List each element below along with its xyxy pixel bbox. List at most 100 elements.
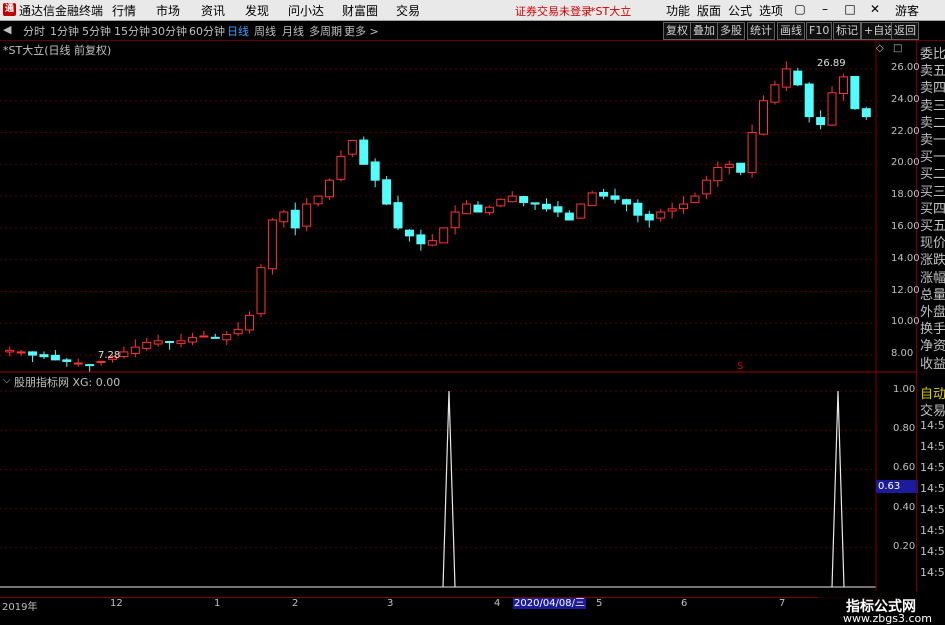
s-marker: S	[737, 361, 744, 372]
candle-body	[325, 179, 334, 198]
sub-pane-toggle-icon[interactable]: ⌵	[3, 375, 11, 386]
date-label: 7	[779, 598, 786, 609]
candle-body	[119, 351, 129, 357]
candle-body	[176, 340, 186, 345]
menu-function[interactable]: 功能	[666, 2, 690, 19]
menu-discover[interactable]: 发现	[245, 2, 269, 19]
date-label: 6	[681, 598, 688, 609]
candle-body	[85, 364, 95, 367]
period-15min[interactable]: 15分钟	[114, 23, 150, 39]
quote-side-panel: 委比 卖五 卖四 卖三 卖二 卖一 买一 买二 买三 买四 买五 现价 涨跌 涨幅 总量 外盘 换手 净资 收益 自动…	[916, 40, 945, 600]
menu-news[interactable]: 资讯	[201, 2, 225, 19]
adjust-button[interactable]: 复权	[663, 22, 691, 40]
stats-button[interactable]: 统计	[747, 22, 775, 40]
period-more[interactable]: 更多 >	[344, 23, 379, 39]
diamond-icon[interactable]: ◇	[876, 43, 884, 54]
draw-button[interactable]: 画线	[777, 22, 805, 40]
minimize-icon[interactable]: –	[818, 2, 832, 16]
multi-stock-button[interactable]: 多股	[717, 22, 745, 40]
candle-body	[542, 203, 551, 210]
period-monthly[interactable]: 月线	[282, 23, 304, 39]
menu-trade[interactable]: 交易	[396, 2, 420, 19]
cursor-value-label: 0.63	[876, 480, 918, 493]
tick-time: 14:55	[920, 419, 945, 432]
period-multi[interactable]: 多周期	[309, 23, 342, 39]
menu-ask[interactable]: 问小达	[288, 2, 324, 19]
candle-body	[838, 76, 848, 94]
quote-label: 涨跌	[920, 253, 945, 269]
close-icon[interactable]: ✕	[868, 2, 882, 16]
quote-label: 收益	[920, 356, 945, 372]
app-logo-icon: 通	[3, 3, 16, 16]
candle-body	[404, 229, 414, 237]
date-label: 2	[292, 598, 299, 609]
period-intraday[interactable]: 分时	[23, 23, 45, 39]
candle-body	[747, 132, 757, 173]
candle-body	[370, 161, 380, 181]
candle-body	[484, 206, 494, 214]
date-label: 4	[494, 598, 501, 609]
candle-body	[28, 351, 38, 356]
quote-label: 委比	[920, 47, 945, 62]
toolbar-back-icon[interactable]: ◀	[3, 23, 11, 36]
candle-body	[245, 314, 255, 331]
maximize-icon[interactable]: □	[843, 2, 857, 16]
period-daily[interactable]: 日线	[227, 23, 249, 39]
period-60min[interactable]: 60分钟	[189, 23, 225, 39]
y-tick-label: 18.00	[891, 189, 920, 201]
candle-body	[50, 354, 60, 361]
candle-body	[416, 234, 426, 245]
chart-canvas[interactable]	[0, 41, 916, 597]
y-tick-label: 0.40	[893, 501, 916, 513]
menu-formula[interactable]: 公式	[728, 2, 752, 19]
tick-time: 14:56	[920, 566, 945, 579]
candle-body	[793, 70, 803, 86]
menu-layout[interactable]: 版面	[697, 2, 721, 19]
candle-body	[439, 227, 449, 244]
quote-label: 卖四	[920, 81, 945, 97]
period-5min[interactable]: 5分钟	[82, 23, 111, 39]
tick-time: 14:56	[920, 482, 945, 495]
login-status[interactable]: 证券交易未登录	[515, 3, 592, 19]
tick-time: 14:56	[920, 503, 945, 516]
expand-icon[interactable]: □	[893, 43, 902, 54]
menu-quotes[interactable]: 行情	[112, 2, 136, 19]
menu-fortune[interactable]: 财富圈	[342, 2, 378, 19]
y-tick-label: 22.00	[891, 125, 920, 137]
current-stock: *ST大立	[590, 5, 632, 18]
quote-label: 买二	[920, 167, 945, 183]
quote-label: 涨幅	[920, 270, 945, 286]
y-tick-label: 12.00	[891, 284, 920, 296]
menu-bar: 通 通达信金融终端 行情 市场 资讯 发现 问小达 财富圈 交易 证券交易未登录…	[0, 0, 945, 21]
candle-body	[850, 76, 860, 110]
f10-button[interactable]: F10	[806, 22, 833, 40]
quote-label: 卖一	[920, 133, 945, 148]
date-label: 12	[110, 598, 123, 609]
menu-market[interactable]: 市场	[156, 2, 180, 19]
mark-button[interactable]: 标记	[833, 22, 861, 40]
quote-label: 卖二	[920, 115, 945, 131]
y-tick-label: 16.00	[891, 220, 920, 232]
period-1min[interactable]: 1分钟	[50, 23, 79, 39]
user-guest[interactable]: 游客	[895, 2, 919, 19]
candle-body	[496, 198, 506, 207]
candle-body	[5, 349, 15, 353]
candle-body	[165, 341, 175, 344]
candle-body	[187, 337, 197, 343]
restore-icon[interactable]: ▢	[793, 2, 807, 16]
quote-label: 净资	[920, 339, 945, 355]
candle-body	[130, 346, 140, 354]
tick-time: 14:56	[920, 461, 945, 474]
candle-body	[256, 267, 266, 315]
period-weekly[interactable]: 周线	[254, 23, 276, 39]
candle-body	[473, 204, 483, 213]
candle-body	[462, 203, 472, 215]
candle-body	[279, 211, 289, 223]
candle-body	[564, 212, 574, 221]
return-button[interactable]: 返回	[891, 22, 919, 40]
candle-body	[759, 100, 768, 135]
menu-options[interactable]: 选项	[759, 2, 783, 19]
period-30min[interactable]: 30分钟	[151, 23, 187, 39]
overlay-button[interactable]: 叠加	[690, 22, 718, 40]
date-label: 2019年	[2, 602, 38, 613]
